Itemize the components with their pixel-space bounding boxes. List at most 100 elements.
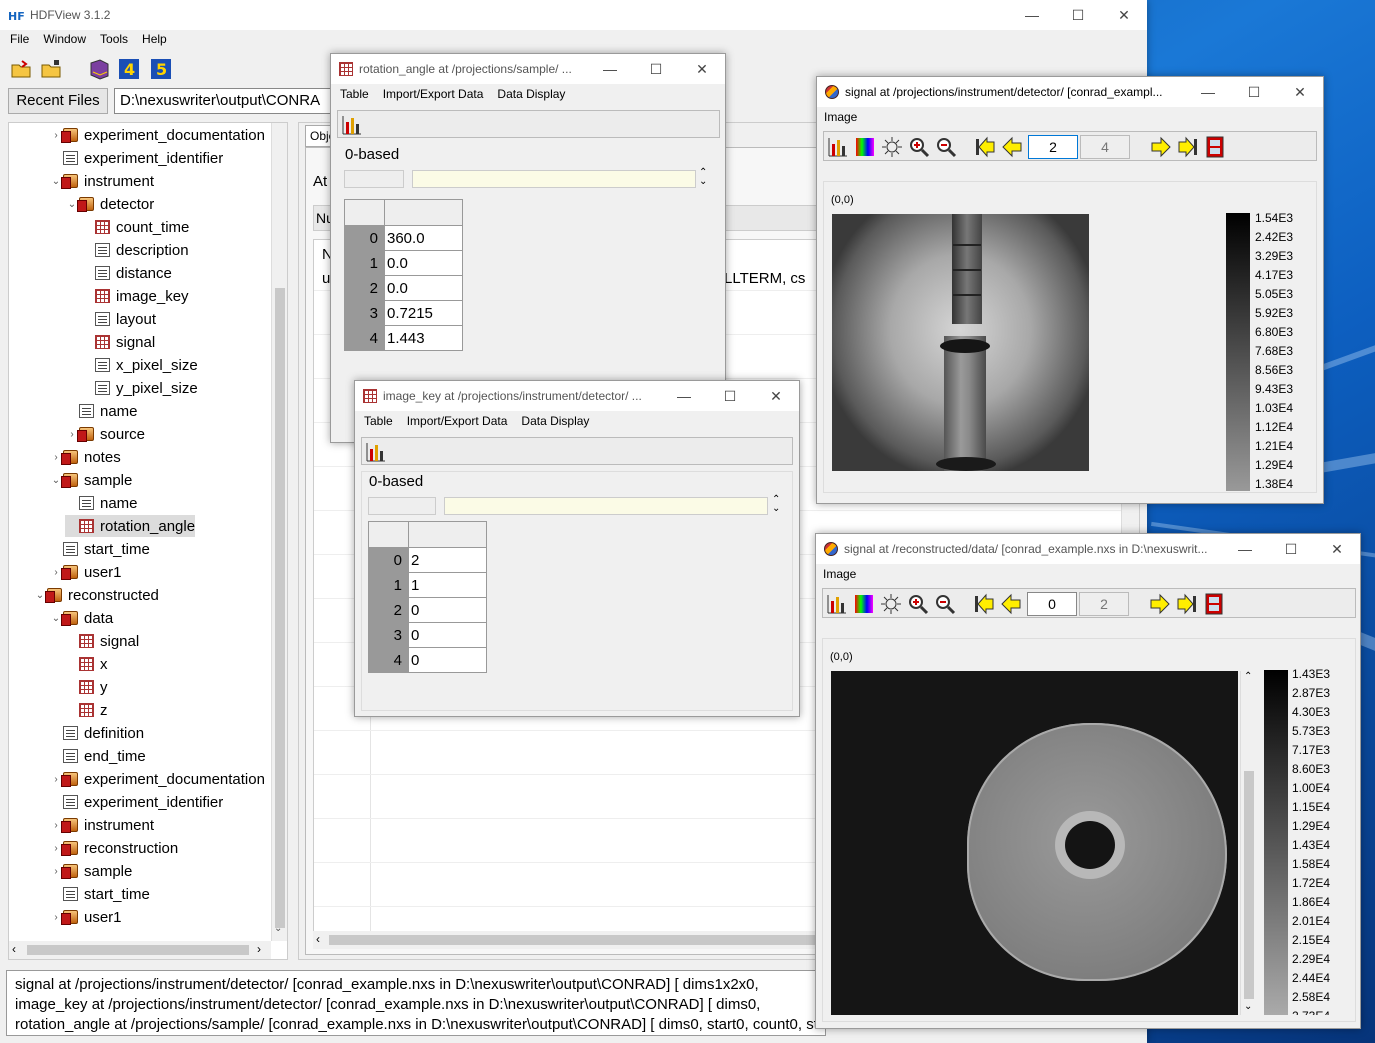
menu-file[interactable]: File (3, 32, 36, 50)
palette-icon[interactable] (853, 593, 875, 615)
tree-node[interactable]: › instrument (49, 814, 154, 836)
tree-node[interactable]: ⌄ detector (65, 193, 154, 215)
tree-node[interactable]: name (65, 400, 138, 422)
tree-node[interactable]: x_pixel_size (81, 354, 198, 376)
tree-node[interactable]: z (65, 699, 108, 721)
tree-node[interactable]: start_time (49, 538, 150, 560)
frame-input[interactable]: 2 (1028, 135, 1078, 159)
tree-node[interactable]: › experiment_documentation (49, 124, 265, 146)
open-icon[interactable] (10, 58, 32, 80)
menu-tools[interactable]: Tools (93, 32, 135, 50)
close-button[interactable]: ✕ (679, 54, 725, 84)
maximize-button[interactable]: ☐ (1231, 77, 1277, 107)
cell-value-field[interactable] (412, 170, 696, 188)
zoom-in-icon[interactable] (908, 136, 930, 158)
close-button[interactable]: ✕ (1101, 0, 1147, 30)
tree-node[interactable]: › source (65, 423, 145, 445)
close-button[interactable]: ✕ (1277, 77, 1323, 107)
tree-node[interactable]: › reconstruction (49, 837, 178, 859)
cell-name-field[interactable] (368, 497, 436, 515)
main-titlebar[interactable]: HF HDFView 3.1.2 — ☐ ✕ (0, 0, 1147, 30)
minimize-button[interactable]: — (587, 54, 633, 84)
maximize-button[interactable]: ☐ (1055, 0, 1101, 30)
minimize-button[interactable]: — (1222, 534, 1268, 564)
last-frame-icon[interactable] (1176, 593, 1198, 615)
tree-node[interactable]: ⌄ sample (49, 469, 133, 491)
tree-node[interactable]: start_time (49, 883, 150, 905)
minimize-button[interactable]: — (661, 381, 707, 411)
menu-import-export[interactable]: Import/Export Data (376, 87, 491, 101)
rotation-angle-titlebar[interactable]: rotation_angle at /projections/sample/ .… (331, 54, 725, 84)
tree-node[interactable]: name (65, 492, 138, 514)
tree-hscroll[interactable]: ‹ › (9, 941, 271, 959)
palette-icon[interactable] (854, 136, 876, 158)
menu-data-display[interactable]: Data Display (490, 87, 572, 101)
menu-data-display[interactable]: Data Display (514, 414, 596, 428)
tree-node[interactable]: y (65, 676, 108, 698)
open-readonly-icon[interactable] (40, 58, 62, 80)
tree-node[interactable]: › experiment_documentation (49, 768, 265, 790)
cell-value-field[interactable] (444, 497, 768, 515)
menu-import-export[interactable]: Import/Export Data (400, 414, 515, 428)
zoom-out-icon[interactable] (935, 136, 957, 158)
cell-value-spinner[interactable]: ⌃ ⌄ (772, 495, 780, 514)
menu-window[interactable]: Window (36, 32, 93, 50)
tree-node[interactable]: definition (49, 722, 144, 744)
menu-image[interactable]: Image (817, 110, 864, 124)
path-field[interactable]: D:\nexuswriter\output\CONRA (114, 88, 334, 114)
tree-node[interactable]: end_time (49, 745, 146, 767)
tree-node[interactable]: › notes (49, 446, 120, 468)
next-frame-icon[interactable] (1150, 136, 1172, 158)
reconstruction-image[interactable] (831, 671, 1238, 1015)
chart-icon[interactable] (365, 441, 387, 463)
previous-frame-icon[interactable] (1000, 593, 1022, 615)
cell-value-spinner[interactable]: ⌃ ⌄ (699, 168, 707, 187)
maximize-button[interactable]: ☐ (1268, 534, 1314, 564)
help-book-icon[interactable] (88, 58, 110, 80)
brightness-icon[interactable] (880, 593, 902, 615)
tree-node[interactable]: ⌄ reconstructed (33, 584, 159, 606)
maximize-button[interactable]: ☐ (707, 381, 753, 411)
tree-node[interactable]: layout (81, 308, 156, 330)
signal-reconstructed-titlebar[interactable]: signal at /reconstructed/data/ [conrad_e… (816, 534, 1360, 564)
cell-name-field[interactable] (344, 170, 404, 188)
minimize-button[interactable]: — (1185, 77, 1231, 107)
close-button[interactable]: ✕ (753, 381, 799, 411)
menu-help[interactable]: Help (135, 32, 174, 50)
tree-node[interactable]: x (65, 653, 108, 675)
brightness-icon[interactable] (881, 136, 903, 158)
tree-node[interactable]: › sample (49, 860, 132, 882)
chart-icon[interactable] (827, 136, 849, 158)
tree-node[interactable]: ⌄ data (49, 607, 113, 629)
animation-icon[interactable] (1203, 593, 1225, 615)
tree-node[interactable]: description (81, 239, 189, 261)
close-button[interactable]: ✕ (1314, 534, 1360, 564)
zoom-in-icon[interactable] (907, 593, 929, 615)
tree-node[interactable]: experiment_identifier (49, 147, 223, 169)
signal-projections-titlebar[interactable]: signal at /projections/instrument/detect… (817, 77, 1323, 107)
frame-input[interactable]: 0 (1027, 592, 1077, 616)
zoom-out-icon[interactable] (934, 593, 956, 615)
hdf5-icon[interactable]: 5 (150, 58, 172, 80)
tree-node[interactable]: y_pixel_size (81, 377, 198, 399)
tree-node[interactable]: distance (81, 262, 172, 284)
tree-node[interactable]: rotation_angle (65, 515, 196, 537)
rotation-angle-table[interactable]: 0 360.0 1 0.0 2 0.0 3 0.7215 4 1.443 (344, 199, 463, 351)
next-frame-icon[interactable] (1149, 593, 1171, 615)
menu-table[interactable]: Table (333, 87, 376, 101)
last-frame-icon[interactable] (1177, 136, 1199, 158)
tree-node[interactable]: signal (65, 630, 139, 652)
first-frame-icon[interactable] (974, 136, 996, 158)
minimize-button[interactable]: — (1009, 0, 1055, 30)
previous-frame-icon[interactable] (1001, 136, 1023, 158)
chart-icon[interactable] (826, 593, 848, 615)
tree-node[interactable]: count_time (81, 216, 189, 238)
tree-vscroll[interactable]: ⌄ (271, 123, 287, 941)
tree-node[interactable]: ⌄ instrument (49, 170, 154, 192)
animation-icon[interactable] (1204, 136, 1226, 158)
tree-node[interactable]: › user1 (49, 906, 121, 928)
hdf4-icon[interactable]: 4 (118, 58, 140, 80)
menu-table[interactable]: Table (357, 414, 400, 428)
chart-icon[interactable] (341, 114, 363, 136)
tree-node[interactable]: image_key (81, 285, 189, 307)
